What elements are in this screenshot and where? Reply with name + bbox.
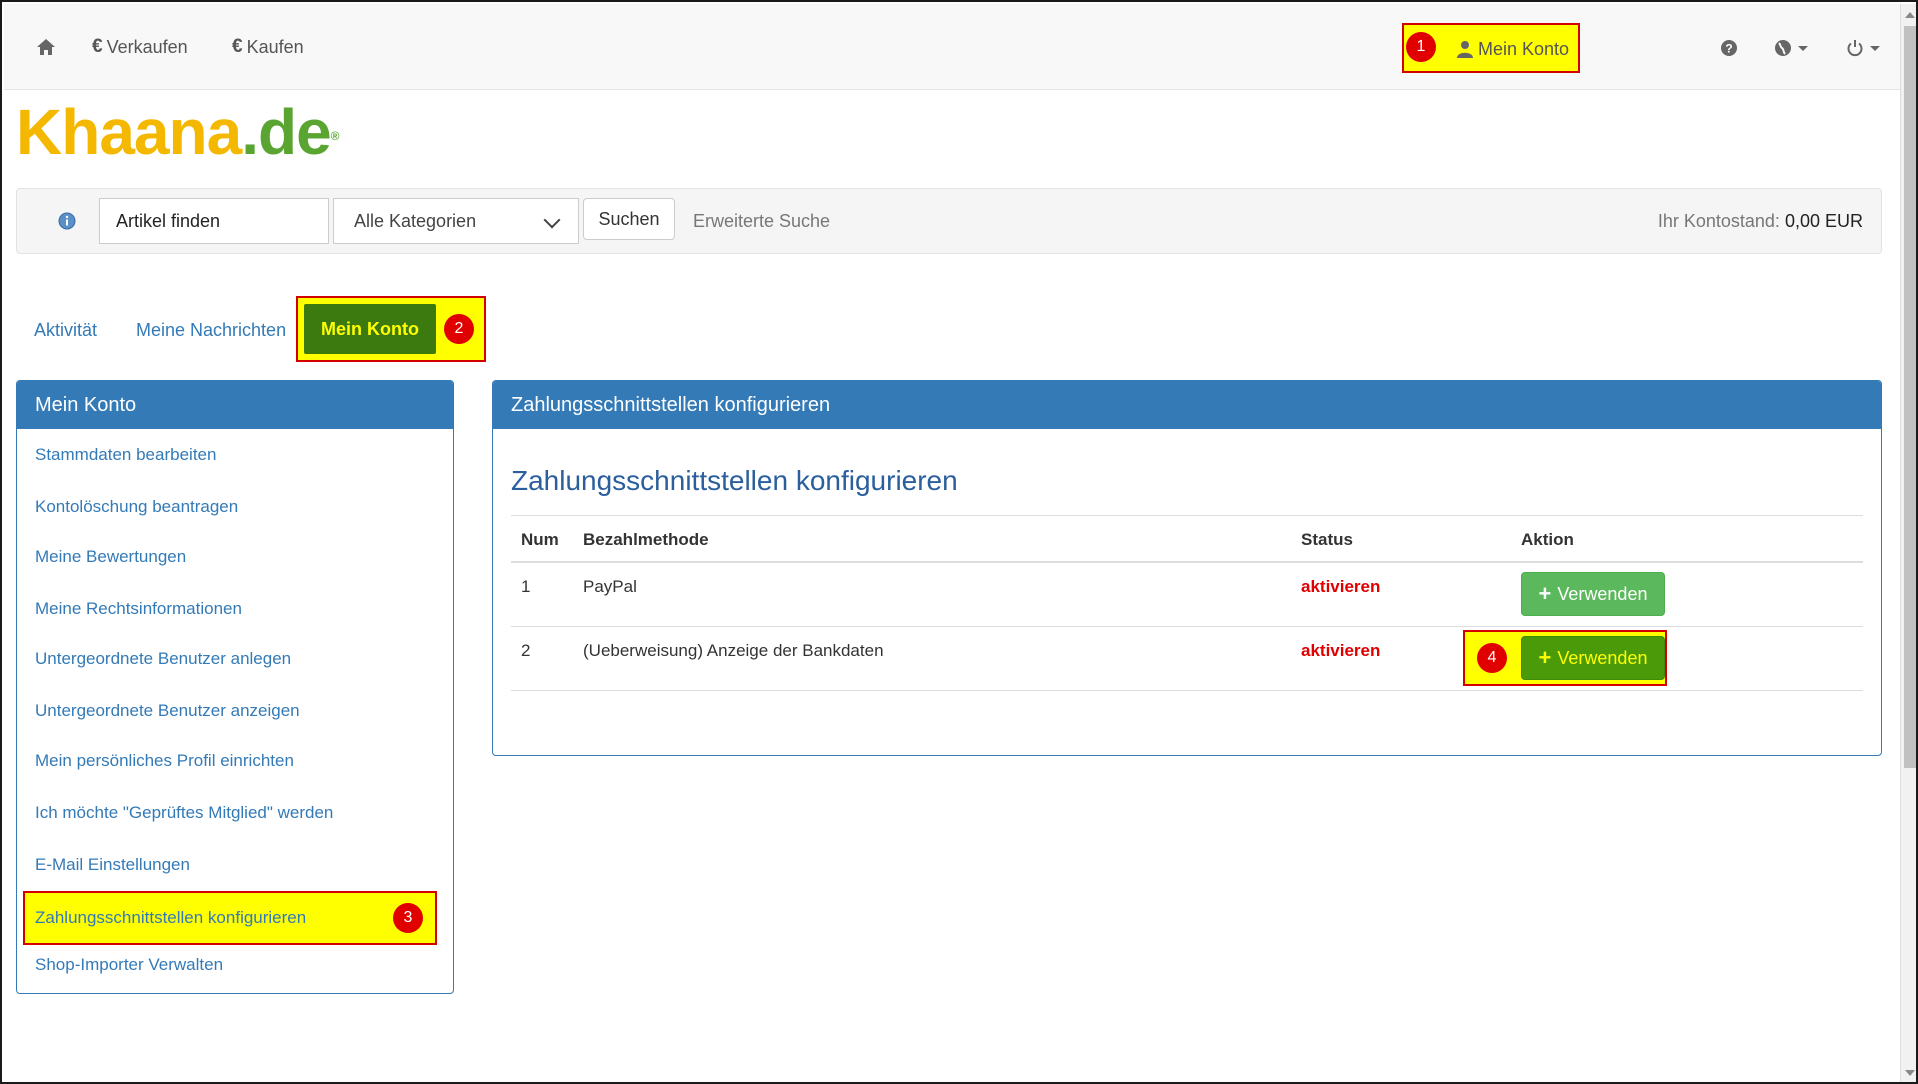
payment-interfaces-panel: Zahlungsschnittstellen konfigurieren Zah… <box>492 380 1882 756</box>
row-method: (Ueberweisung) Anzeige der Bankdaten <box>583 641 884 660</box>
sidebar-item-account-deletion[interactable]: Kontolöschung beantragen <box>35 497 238 517</box>
scroll-up-arrow-icon[interactable] <box>1905 12 1915 18</box>
chevron-down-icon <box>1798 45 1808 51</box>
scroll-thumb[interactable] <box>1904 26 1916 768</box>
panel-title: Zahlungsschnittstellen konfigurieren <box>493 381 1881 429</box>
sidebar-item-label: Zahlungsschnittstellen konfigurieren <box>35 908 307 927</box>
chevron-down-icon <box>1870 45 1880 51</box>
power-dropdown[interactable] <box>1846 34 1880 62</box>
power-icon <box>1847 40 1863 57</box>
sidebar-item-ratings[interactable]: Meine Bewertungen <box>35 547 186 567</box>
vertical-scrollbar[interactable] <box>1900 4 1916 1082</box>
top-navbar: € Verkaufen € Kaufen 1 Mein Konto ? <box>4 4 1900 90</box>
tab-messages[interactable]: Meine Nachrichten <box>136 320 286 341</box>
globe-icon <box>1775 40 1791 56</box>
table-row: 1 PayPal aktivieren + Verwenden <box>511 563 1863 627</box>
category-select[interactable]: Alle Kategorien <box>333 198 579 244</box>
table-header: Num Bezahlmethode Status Aktion <box>511 515 1863 563</box>
row-status[interactable]: aktivieren <box>1301 577 1380 597</box>
scroll-down-arrow-icon[interactable] <box>1905 1070 1915 1076</box>
tab-activity[interactable]: Aktivität <box>34 320 97 341</box>
site-logo[interactable]: Khaana.de® <box>16 100 339 164</box>
user-icon <box>1457 41 1473 58</box>
row-status[interactable]: aktivieren <box>1301 641 1380 661</box>
row-num: 1 <box>521 577 531 596</box>
plus-icon: + <box>1538 581 1552 606</box>
sidebar-item-email-settings[interactable]: E-Mail Einstellungen <box>35 855 190 875</box>
sidebar-item-shop-importer[interactable]: Shop-Importer Verwalten <box>35 955 223 975</box>
euro-icon: € <box>232 36 243 57</box>
column-header-status: Status <box>1301 530 1353 549</box>
info-icon[interactable] <box>57 211 77 231</box>
tab-account[interactable]: Mein Konto <box>304 304 436 354</box>
use-paypal-button[interactable]: + Verwenden <box>1521 572 1665 616</box>
step-badge-2: 2 <box>444 314 474 344</box>
account-balance: Ihr Kontostand: 0,00 EUR <box>1658 211 1863 232</box>
page-title: Zahlungsschnittstellen konfigurieren <box>511 465 958 496</box>
sidebar-title: Mein Konto <box>17 381 453 429</box>
use-button-label: Verwenden <box>1557 647 1648 668</box>
sidebar-item-payment-interfaces[interactable]: Zahlungsschnittstellen konfigurieren <box>23 891 437 945</box>
plus-icon: + <box>1538 645 1552 670</box>
buy-link[interactable]: € Kaufen <box>232 32 304 62</box>
euro-icon: € <box>92 36 103 57</box>
home-icon <box>37 39 55 55</box>
table-row: 2 (Ueberweisung) Anzeige der Bankdaten a… <box>511 627 1863 691</box>
search-button[interactable]: Suchen <box>583 198 675 240</box>
column-header-method: Bezahlmethode <box>583 530 709 549</box>
use-button-label: Verwenden <box>1557 583 1648 604</box>
advanced-search-link[interactable]: Erweiterte Suche <box>693 211 830 232</box>
column-header-num: Num <box>521 530 559 549</box>
help-icon: ? <box>1721 40 1737 56</box>
row-num: 2 <box>521 641 531 660</box>
sell-link[interactable]: € Verkaufen <box>92 32 188 62</box>
browser-frame: € Verkaufen € Kaufen 1 Mein Konto ? Khaa… <box>0 0 1918 1084</box>
sidebar-item-legal-info[interactable]: Meine Rechtsinformationen <box>35 599 242 619</box>
column-header-action: Aktion <box>1521 530 1574 549</box>
row-method: PayPal <box>583 577 637 596</box>
sidebar-item-personal-profile[interactable]: Mein persönliches Profil einrichten <box>35 751 294 771</box>
category-value: Alle Kategorien <box>354 210 477 231</box>
sidebar-item-create-subusers[interactable]: Untergeordnete Benutzer anlegen <box>35 649 291 669</box>
step-badge-4: 4 <box>1477 643 1507 673</box>
help-button[interactable]: ? <box>1720 34 1738 62</box>
language-dropdown[interactable] <box>1774 34 1808 62</box>
sidebar-item-master-data[interactable]: Stammdaten bearbeiten <box>35 445 216 465</box>
search-bar: Alle Kategorien Suchen Erweiterte Suche … <box>16 188 1882 254</box>
account-sidebar: Mein Konto Stammdaten bearbeiten Kontolö… <box>16 380 454 994</box>
account-nav-link[interactable]: Mein Konto <box>1456 34 1569 64</box>
sidebar-item-show-subusers[interactable]: Untergeordnete Benutzer anzeigen <box>35 701 300 721</box>
search-input[interactable] <box>99 198 329 244</box>
step-badge-1: 1 <box>1406 32 1436 62</box>
buy-label: Kaufen <box>246 36 304 57</box>
step-badge-3: 3 <box>393 903 423 933</box>
svg-text:?: ? <box>1725 42 1732 56</box>
sell-label: Verkaufen <box>106 36 188 57</box>
use-bank-transfer-button[interactable]: + Verwenden <box>1521 636 1665 680</box>
chevron-down-icon <box>543 211 561 229</box>
account-nav-label: Mein Konto <box>1478 38 1570 59</box>
home-link[interactable] <box>36 32 56 62</box>
sidebar-item-verified-member[interactable]: Ich möchte "Geprüftes Mitglied" werden <box>35 803 333 823</box>
balance-value: 0,00 EUR <box>1784 211 1863 231</box>
balance-label: Ihr Kontostand: <box>1657 211 1780 231</box>
